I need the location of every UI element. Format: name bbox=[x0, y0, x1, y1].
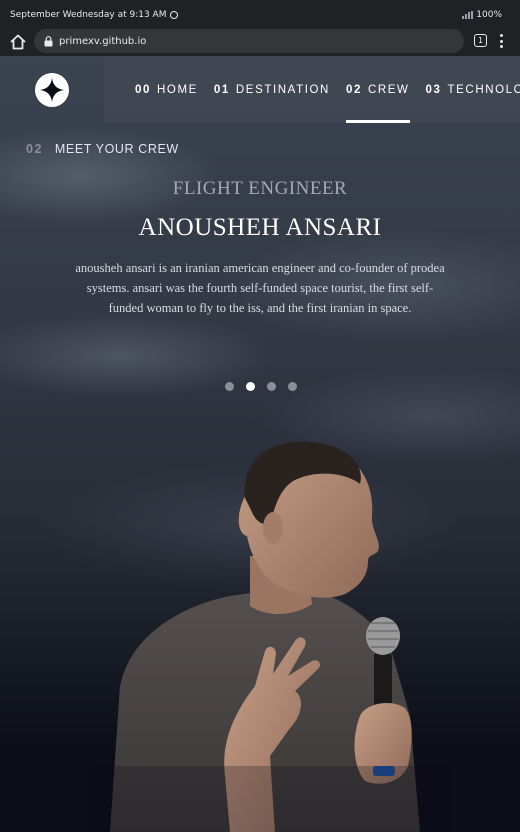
notification-icon bbox=[170, 11, 179, 19]
nav-num: 03 bbox=[425, 83, 442, 96]
crew-page: 00 HOME 01 DESTINATION 02 CREW 03 TECHNO… bbox=[0, 56, 520, 832]
status-time: September Wednesday at 9:13 AM bbox=[10, 10, 167, 20]
carousel-dot-active[interactable] bbox=[246, 382, 255, 391]
section-title: MEET YOUR CREW bbox=[54, 142, 179, 156]
nav-item-destination[interactable]: 01 DESTINATION bbox=[214, 56, 330, 123]
section-heading: 02 MEET YOUR CREW bbox=[26, 142, 179, 156]
nav-num: 00 bbox=[135, 83, 151, 96]
carousel-dot[interactable] bbox=[288, 382, 297, 391]
nav-label: HOME bbox=[157, 83, 198, 96]
nav-item-home[interactable]: 00 HOME bbox=[135, 56, 198, 123]
browser-toolbar: primexv.github.io 1 bbox=[0, 28, 520, 56]
lock-icon bbox=[44, 35, 53, 46]
battery-level: 100% bbox=[476, 10, 502, 20]
section-number: 02 bbox=[26, 142, 43, 156]
status-left: September Wednesday at 9:13 AM bbox=[10, 10, 179, 20]
status-bar: September Wednesday at 9:13 AM 100% bbox=[0, 0, 520, 28]
status-right: 100% bbox=[462, 10, 502, 20]
signal-icon bbox=[462, 11, 474, 19]
star-logo-icon[interactable] bbox=[35, 73, 69, 107]
nav-label: DESTINATION bbox=[235, 83, 330, 96]
more-vert-icon[interactable] bbox=[497, 34, 505, 48]
crew-role: FLIGHT ENGINEER bbox=[172, 178, 348, 199]
main-nav: 00 HOME 01 DESTINATION 02 CREW 03 TECHNO… bbox=[104, 56, 520, 123]
nav-num: 02 bbox=[345, 83, 362, 96]
carousel-dots bbox=[225, 382, 297, 391]
tabs-icon[interactable]: 1 bbox=[474, 34, 487, 47]
nav-num: 01 bbox=[213, 83, 230, 96]
address-bar[interactable]: primexv.github.io bbox=[34, 29, 464, 53]
tab-count: 1 bbox=[477, 36, 484, 45]
crew-bio: anousheh ansari is an iranian american e… bbox=[75, 261, 445, 315]
crew-name: ANOUSHEH ANSARI bbox=[138, 214, 382, 241]
nav-label: CREW bbox=[367, 83, 410, 96]
nav-item-technology[interactable]: 03 TECHNOLOGY bbox=[426, 56, 520, 123]
nav-item-crew[interactable]: 02 CREW bbox=[345, 56, 410, 123]
url-text: primexv.github.io bbox=[59, 35, 147, 47]
carousel-dot[interactable] bbox=[267, 382, 276, 391]
carousel-dot[interactable] bbox=[225, 382, 234, 391]
nav-label: TECHNOLOGY bbox=[447, 83, 520, 96]
crew-portrait bbox=[90, 441, 450, 832]
home-icon[interactable] bbox=[8, 32, 28, 52]
